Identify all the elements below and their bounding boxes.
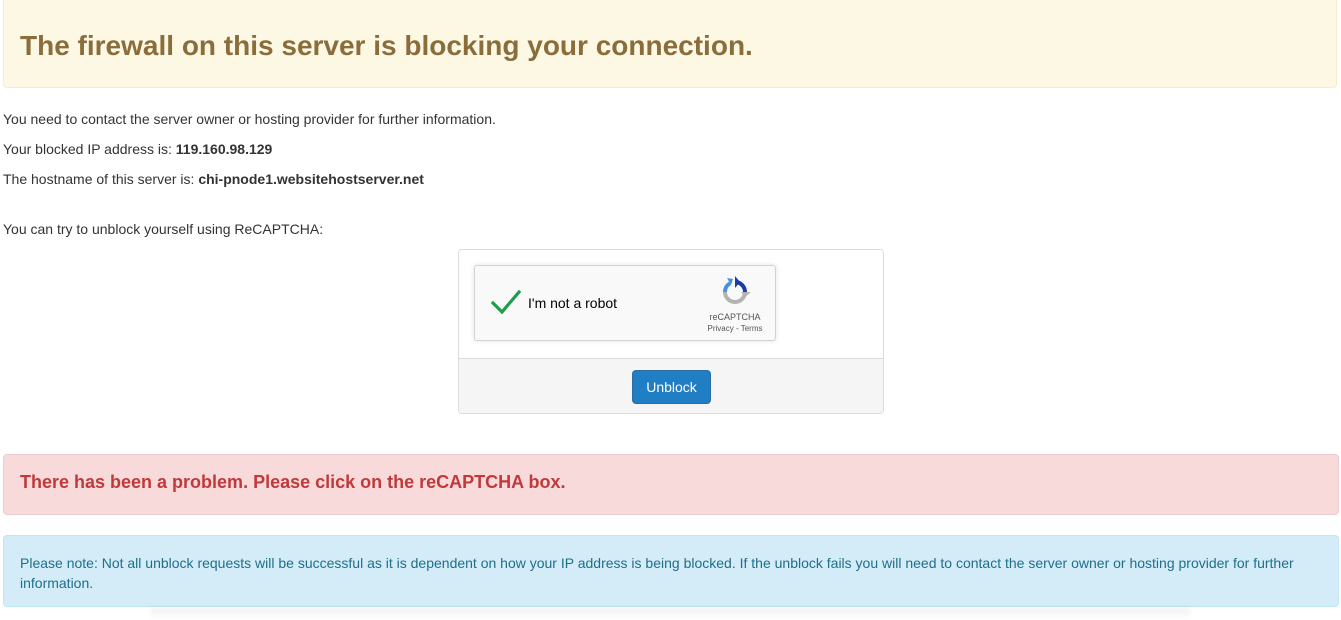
- recaptcha-widget[interactable]: I'm not a robot reCAPTCHA Privacy - Term…: [474, 265, 776, 341]
- recaptcha-label[interactable]: I'm not a robot: [528, 295, 617, 311]
- unblock-button[interactable]: Unblock: [632, 370, 711, 404]
- hostname-label: The hostname of this server is:: [3, 171, 199, 187]
- hostname-line: The hostname of this server is: chi-pnod…: [3, 171, 424, 187]
- hostname-value: chi-pnode1.websitehostserver.net: [198, 171, 424, 187]
- error-message: There has been a problem. Please click o…: [20, 472, 566, 492]
- blocked-ip-label: Your blocked IP address is:: [3, 141, 176, 157]
- bottom-shadow: [150, 607, 1190, 620]
- checkmark-icon[interactable]: [490, 286, 522, 318]
- page-title: The firewall on this server is blocking …: [20, 30, 753, 61]
- note-message: Please note: Not all unblock requests wi…: [20, 555, 1294, 591]
- unblock-prompt: You can try to unblock yourself using Re…: [3, 221, 324, 237]
- firewall-warning-banner: The firewall on this server is blocking …: [3, 0, 1337, 88]
- recaptcha-terms-link[interactable]: Privacy - Terms: [695, 324, 775, 333]
- captcha-panel-body: I'm not a robot reCAPTCHA Privacy - Term…: [459, 250, 883, 358]
- recaptcha-logo-icon: [723, 276, 751, 304]
- recaptcha-brand: reCAPTCHA: [709, 312, 761, 322]
- blocked-ip-line: Your blocked IP address is: 119.160.98.1…: [3, 141, 272, 157]
- unblock-panel: I'm not a robot reCAPTCHA Privacy - Term…: [458, 249, 884, 414]
- captcha-panel-footer: Unblock: [459, 358, 883, 413]
- blocked-ip-value: 119.160.98.129: [175, 141, 273, 157]
- error-alert: There has been a problem. Please click o…: [3, 454, 1339, 515]
- contact-instructions: You need to contact the server owner or …: [3, 111, 496, 127]
- firewall-block-page: The firewall on this server is blocking …: [0, 0, 1341, 620]
- note-alert: Please note: Not all unblock requests wi…: [3, 535, 1339, 607]
